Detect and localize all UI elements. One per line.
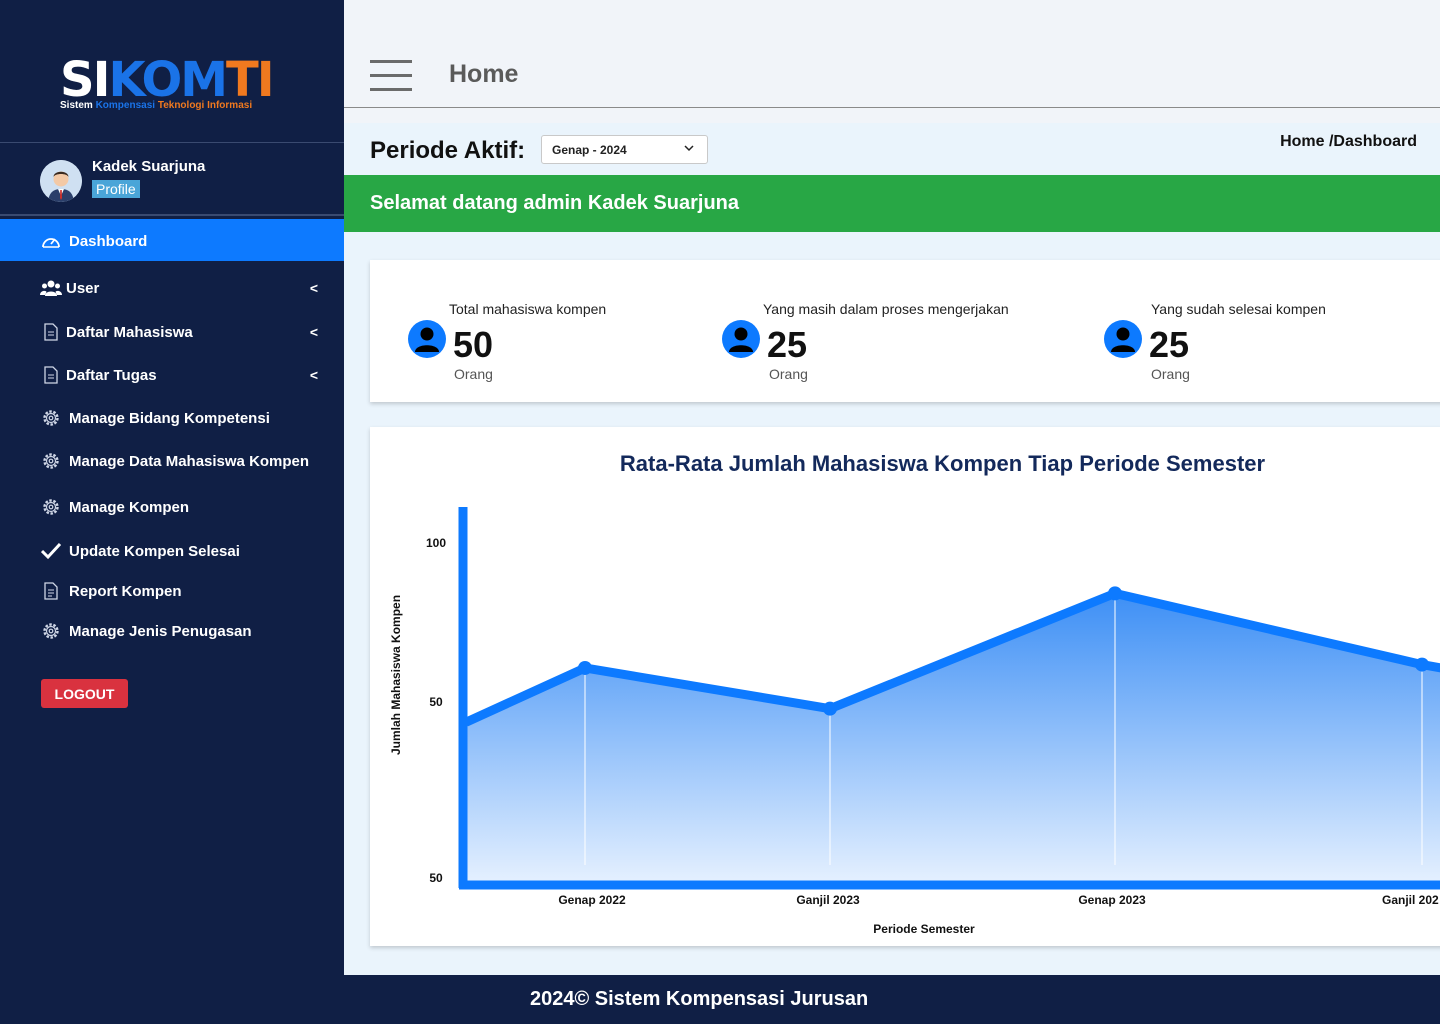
- report-icon: [40, 581, 62, 601]
- page-title: Home: [449, 60, 519, 88]
- stat-label: Yang sudah selesai kompen: [1151, 301, 1326, 317]
- periode-selected-value: Genap - 2024: [552, 142, 627, 157]
- sidebar-item-label: Update Kompen Selesai: [69, 542, 240, 560]
- stat-value: 50: [453, 324, 494, 365]
- users-icon: [40, 278, 62, 298]
- stat-unit: Orang: [454, 366, 493, 382]
- user-icon: [1104, 320, 1142, 358]
- sidebar-item-label: Report Kompen: [69, 582, 182, 600]
- area-chart: 100 50 50 Genap 2022 Ganjil 2023 Genap 2023 Ga…: [389, 507, 1440, 936]
- welcome-banner: Selamat datang admin Kadek Suarjuna: [344, 175, 1440, 232]
- topbar: Home: [344, 0, 1440, 108]
- sidebar-item-label: Daftar Tugas: [66, 366, 157, 384]
- chart-data-point: [1415, 657, 1429, 672]
- chevron-down-icon: [683, 142, 695, 157]
- chart-y-tick-label: 50: [429, 695, 443, 709]
- stats-card: Total mahasiswa kompen 50 Orang Yang mas…: [370, 260, 1440, 402]
- sidebar-divider: [0, 142, 344, 143]
- check-icon: [40, 541, 62, 561]
- avatar: [40, 160, 82, 202]
- sidebar-item-label: Manage Bidang Kompetensi: [69, 409, 270, 427]
- chart-y-axis-label: Jumlah Mahasiswa Kompen: [389, 595, 403, 755]
- sidebar-item-manage-bidang-kompetensi[interactable]: Manage Bidang Kompetensi: [40, 408, 330, 428]
- user-icon: [722, 320, 760, 358]
- gear-icon: [40, 408, 62, 428]
- stat-value: 25: [767, 324, 808, 365]
- sidebar-item-manage-data-mahasiswa-kompen[interactable]: Manage Data Mahasiswa Kompen: [40, 451, 330, 471]
- main-content: Periode Aktif: Genap - 2024 Home /Dashbo…: [344, 123, 1440, 975]
- sidebar: SIKOMTI Sistem Kompensasi Teknologi Info…: [0, 0, 344, 1024]
- chart-data-point: [1108, 586, 1122, 601]
- chart-data-point: [823, 701, 837, 716]
- gear-icon: [40, 621, 62, 641]
- logout-button[interactable]: LOGOUT: [41, 679, 128, 708]
- document-icon: [40, 365, 62, 385]
- gauge-icon: [40, 231, 62, 251]
- hamburger-menu-icon[interactable]: [370, 60, 412, 102]
- sidebar-item-daftar-mahasiswa[interactable]: Daftar Mahasiswa <: [40, 322, 330, 342]
- sidebar-item-update-kompen-selesai[interactable]: Update Kompen Selesai: [40, 541, 330, 561]
- user-name: Kadek Suarjuna: [92, 158, 206, 175]
- chevron-left-icon: <: [309, 280, 318, 296]
- periode-select[interactable]: Genap - 2024: [541, 135, 708, 164]
- stat-label: Total mahasiswa kompen: [449, 301, 607, 317]
- breadcrumb[interactable]: Home /Dashboard: [1280, 133, 1417, 151]
- sidebar-item-manage-jenis-penugasan[interactable]: Manage Jenis Penugasan: [40, 621, 330, 641]
- sidebar-item-daftar-tugas[interactable]: Daftar Tugas <: [40, 365, 330, 385]
- chart-data-point: [578, 660, 592, 675]
- sidebar-item-label: User: [66, 279, 100, 297]
- footer: 2024© Sistem Kompensasi Jurusan: [344, 975, 1440, 1024]
- profile-link[interactable]: Profile: [92, 180, 140, 198]
- logo-tagline: Sistem Kompensasi Teknologi Informasi: [60, 100, 253, 111]
- user-icon: [408, 320, 446, 358]
- app-logo[interactable]: SIKOMTI Sistem Kompensasi Teknologi Info…: [60, 52, 275, 111]
- document-icon: [40, 322, 62, 342]
- footer-text: 2024© Sistem Kompensasi Jurusan: [530, 988, 869, 1010]
- gear-icon: [40, 451, 62, 471]
- user-panel: Kadek Suarjuna Profile: [40, 158, 205, 202]
- sidebar-item-label: Daftar Mahasiswa: [66, 323, 193, 341]
- sidebar-item-dashboard[interactable]: Dashboard: [40, 231, 330, 251]
- chevron-left-icon: <: [309, 367, 318, 383]
- stat-total-kompen: Total mahasiswa kompen 50 Orang: [370, 260, 700, 402]
- stat-value: 25: [1149, 324, 1190, 365]
- chart-y-tick-label: 50: [429, 871, 443, 885]
- sidebar-item-manage-kompen[interactable]: Manage Kompen: [40, 497, 330, 517]
- sidebar-item-user[interactable]: User <: [40, 278, 330, 298]
- sidebar-item-label: Dashboard: [69, 232, 148, 250]
- stat-in-progress: Yang masih dalam proses mengerjakan 25 O…: [700, 260, 1080, 402]
- chart-x-tick-label: Ganjil 2023: [796, 893, 860, 907]
- chart-x-axis-label: Periode Semester: [873, 922, 975, 936]
- chart-y-tick-label: 100: [426, 536, 446, 550]
- chart-x-tick-label: Genap 2022: [558, 893, 626, 907]
- chart-x-tick-label: Ganjil 202: [1382, 893, 1439, 907]
- stat-unit: Orang: [1151, 366, 1190, 382]
- sidebar-item-label: Manage Kompen: [69, 498, 190, 516]
- stat-unit: Orang: [769, 366, 808, 382]
- logo-text: SIKOMTI: [60, 52, 275, 108]
- gear-icon: [40, 497, 62, 517]
- chart-x-tick-label: Genap 2023: [1078, 893, 1146, 907]
- sidebar-item-label: Manage Data Mahasiswa Kompen: [69, 452, 310, 470]
- stat-completed: Yang sudah selesai kompen 25 Orang: [1080, 260, 1440, 402]
- user-divider: [0, 214, 344, 216]
- stat-label: Yang masih dalam proses mengerjakan: [763, 301, 1009, 317]
- chevron-left-icon: <: [309, 324, 318, 340]
- periode-label: Periode Aktif:: [370, 137, 526, 164]
- sidebar-item-label: Manage Jenis Penugasan: [69, 622, 252, 640]
- chart-card: Rata-Rata Jumlah Mahasiswa Kompen Tiap P…: [370, 427, 1440, 946]
- sidebar-item-report-kompen[interactable]: Report Kompen: [40, 581, 330, 601]
